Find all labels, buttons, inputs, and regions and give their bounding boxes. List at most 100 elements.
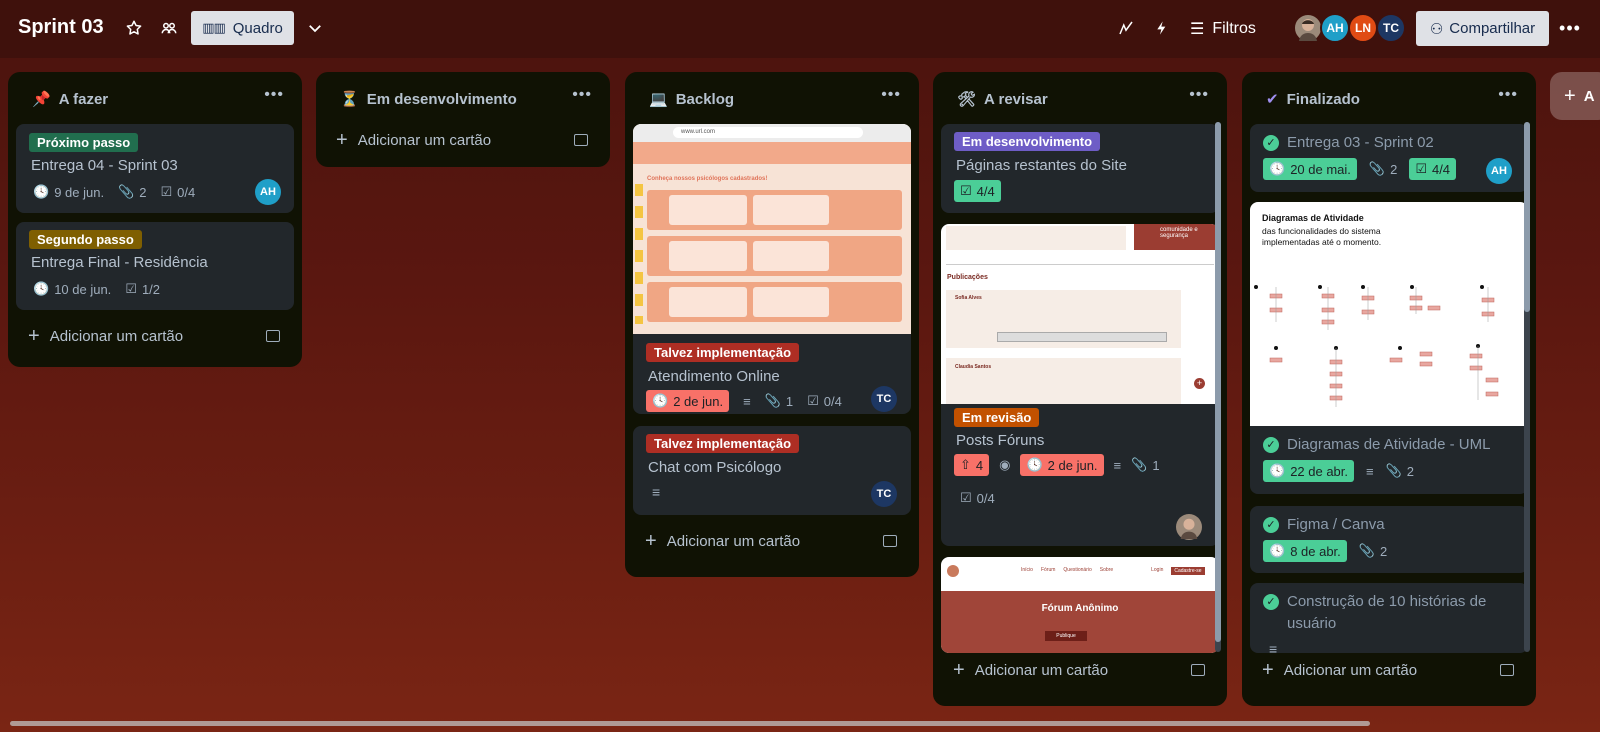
list-menu-icon[interactable]: ••• [264, 86, 284, 104]
card-historias-usuario[interactable]: ✓ Construção de 10 histórias de usuário … [1250, 583, 1528, 653]
card-figma-canva[interactable]: ✓ Figma / Canva 🕓 8 de abr. 📎 2 [1250, 506, 1528, 573]
laptop-icon: 💻 [649, 91, 668, 108]
cover-post-author: Sofia Alves [955, 295, 982, 301]
complete-check-icon[interactable]: ✓ [1263, 437, 1279, 453]
view-label: Quadro [232, 19, 283, 37]
card-cover-image: www.url.com Conheça nossos psicólogos ca… [633, 124, 911, 334]
card-member-avatar[interactable]: AH [1486, 158, 1512, 184]
card-title: Entrega 03 - Sprint 02 [1287, 134, 1434, 151]
filter-icon: ☰ [1190, 21, 1205, 38]
list-title[interactable]: 📌 A fazer [32, 90, 109, 109]
filter-button[interactable]: ☰ Filtros [1190, 19, 1256, 39]
add-card-button[interactable]: + Adicionar um cartão [22, 318, 288, 354]
cover-post-author: Claudia Santos [955, 364, 992, 370]
list-scrollbar-thumb[interactable] [1524, 122, 1530, 312]
due-date-badge[interactable]: 🕓 20 de mai. [1263, 158, 1357, 180]
card-label: Talvez implementação [646, 434, 800, 453]
card-template-icon[interactable] [1191, 664, 1205, 676]
card-atendimento-online[interactable]: www.url.com Conheça nossos psicólogos ca… [633, 124, 911, 414]
complete-check-icon[interactable]: ✓ [1263, 135, 1279, 151]
avatar-ah[interactable]: AH [1320, 13, 1350, 43]
automation-icon[interactable] [1149, 15, 1175, 41]
attachments-badge: 📎 2 [118, 184, 146, 200]
list-title-text: A fazer [58, 90, 109, 108]
list-title[interactable]: 🛠 A revisar [957, 90, 1048, 109]
clock-icon: 🕓 [1026, 457, 1043, 472]
card-member-avatar[interactable]: AH [255, 179, 281, 205]
card-cover-image: comunidade e segurança Publicações Sofia… [941, 224, 1219, 404]
card-paginas-restantes[interactable]: Em desenvolvimento Páginas restantes do … [941, 124, 1219, 213]
card-member-avatar[interactable]: TC [871, 481, 897, 507]
workspace-visibility-icon[interactable] [156, 15, 182, 41]
complete-check-icon[interactable]: ✓ [1263, 517, 1279, 533]
due-date-badge[interactable]: 🕓 10 de jun. [33, 281, 111, 297]
view-switcher-board[interactable]: ▥▥ Quadro [191, 11, 294, 45]
card-chat-psicologo[interactable]: Talvez implementação Chat com Psicólogo … [633, 426, 911, 515]
star-icon[interactable] [121, 15, 147, 41]
card-title: Entrega 04 - Sprint 03 [31, 157, 178, 174]
list-menu-icon[interactable]: ••• [1498, 86, 1518, 104]
add-card-button[interactable]: + Adicionar um cartão [639, 523, 905, 559]
board-title[interactable]: Sprint 03 [18, 16, 104, 39]
cover-heading: Conheça nossos psicólogos cadastrados! [647, 176, 768, 182]
board-horizontal-scrollbar[interactable] [10, 721, 1370, 726]
add-card-button[interactable]: + Adicionar um cartão [947, 652, 1213, 688]
add-list-button[interactable]: + A [1550, 72, 1600, 120]
share-button[interactable]: ⚇ Compartilhar [1416, 11, 1549, 46]
paperclip-icon: 📎 [1358, 543, 1375, 558]
card-template-icon[interactable] [883, 535, 897, 547]
cover-title: Diagramas de Atividade [1262, 213, 1364, 223]
avatar-ln[interactable]: LN [1348, 13, 1378, 43]
due-date: 2 de jun. [673, 393, 724, 409]
add-card-label: Adicionar um cartão [666, 532, 801, 550]
due-date-badge[interactable]: 🕓 8 de abr. [1263, 540, 1347, 562]
clock-icon: 🕓 [1269, 463, 1286, 478]
list-scrollbar-thumb[interactable] [1215, 122, 1221, 642]
cover-badge: comunidade e segurança [1134, 224, 1219, 250]
card-template-icon[interactable] [574, 134, 588, 146]
votes-badge[interactable]: ⇧ 4 [954, 454, 990, 476]
power-ups-icon[interactable] [1113, 15, 1139, 41]
list-menu-icon[interactable]: ••• [881, 86, 901, 104]
avatar-tc[interactable]: TC [1376, 13, 1406, 43]
attachments-badge: 📎 2 [1359, 543, 1387, 559]
attachment-count: 2 [1390, 161, 1398, 177]
cover-heading: Fórum Anônimo [1041, 603, 1119, 614]
due-date-badge[interactable]: 🕓 2 de jun. [646, 390, 730, 412]
list-menu-icon[interactable]: ••• [572, 86, 592, 104]
attachments-badge: 📎 2 [1369, 161, 1397, 177]
list-title[interactable]: ✔ Finalizado [1266, 90, 1360, 109]
add-card-label: Adicionar um cartão [1283, 661, 1418, 679]
card-label: Segundo passo [29, 230, 142, 249]
vote-icon: ⇧ [960, 457, 971, 472]
card-posts-foruns[interactable]: comunidade e segurança Publicações Sofia… [941, 224, 1219, 546]
avatar-photo[interactable] [1293, 13, 1323, 43]
card-member-avatar[interactable]: TC [871, 386, 897, 412]
attachments-badge: 📎 1 [1131, 457, 1159, 473]
list-menu-icon[interactable]: ••• [1189, 86, 1209, 104]
card-forum-anonimo[interactable]: Início Fórum Questionário Sobre Login Ca… [941, 557, 1219, 653]
due-date-badge[interactable]: 🕓 22 de abr. [1263, 460, 1355, 482]
card-template-icon[interactable] [1500, 664, 1514, 676]
more-options-icon[interactable]: ••• [1557, 15, 1583, 41]
add-card-button[interactable]: + Adicionar um cartão [1256, 652, 1522, 688]
card-diagramas-atividade[interactable]: Diagramas de Atividade das funcionalidad… [1250, 202, 1528, 494]
card-entrega-final[interactable]: Segundo passo Entrega Final - Residência… [16, 222, 294, 310]
card-label: Próximo passo [29, 133, 139, 152]
complete-check-icon[interactable]: ✓ [1263, 594, 1279, 610]
card-template-icon[interactable] [266, 330, 280, 342]
checklist-count: 4/4 [1431, 161, 1451, 177]
due-date-badge[interactable]: 🕓 9 de jun. [33, 184, 104, 200]
board-view-icon: ▥▥ [202, 20, 226, 35]
due-date-badge[interactable]: 🕓 2 de jun. [1020, 454, 1104, 476]
chevron-down-icon[interactable] [302, 15, 328, 41]
card-entrega-04[interactable]: Próximo passo Entrega 04 - Sprint 03 🕓 9 … [16, 124, 294, 213]
list-title[interactable]: 💻 Backlog [649, 90, 734, 109]
card-entrega-03[interactable]: ✓ Entrega 03 - Sprint 02 🕓 20 de mai. 📎 2 … [1250, 124, 1528, 192]
avatar-initials: TC [1383, 21, 1399, 35]
checkbox-icon: ☑ [960, 490, 972, 505]
card-member-avatar-photo[interactable] [1176, 514, 1202, 540]
list-title[interactable]: ⏳ Em desenvolvimento [340, 90, 517, 109]
add-person-icon: ⚇ [1429, 20, 1444, 38]
add-card-button[interactable]: + Adicionar um cartão [330, 122, 596, 158]
